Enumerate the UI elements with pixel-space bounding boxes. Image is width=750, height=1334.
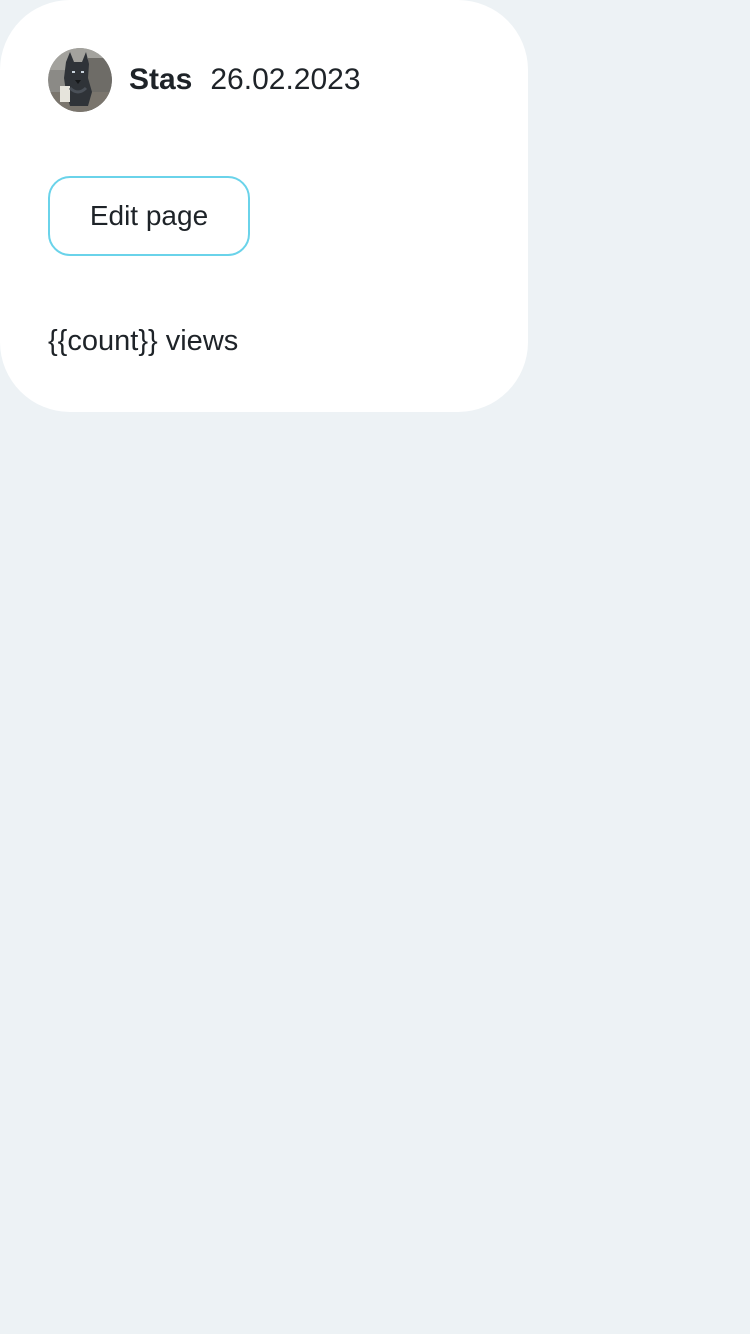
edit-page-button[interactable]: Edit page	[48, 176, 250, 256]
author-name[interactable]: Stas	[129, 48, 192, 112]
views-count: {{count}} views	[48, 325, 239, 357]
avatar-photo-icon	[48, 48, 112, 112]
post-info-card: Stas 26.02.2023 Edit page {{count}} view…	[0, 0, 528, 412]
post-date: 26.02.2023	[210, 63, 361, 96]
avatar[interactable]	[48, 48, 112, 112]
author-row: Stas 26.02.2023	[48, 48, 361, 112]
